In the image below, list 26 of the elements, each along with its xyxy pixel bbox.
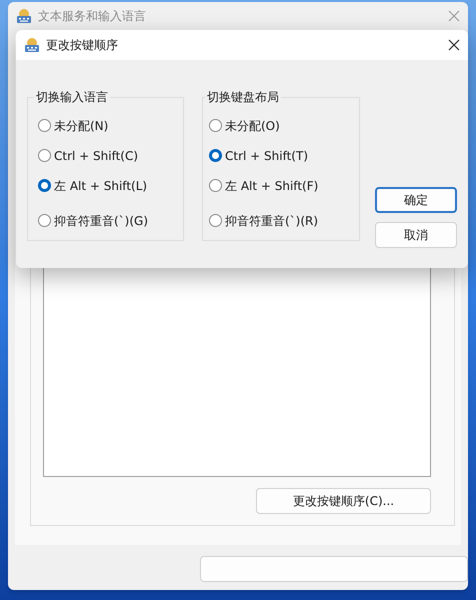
keyboard-globe-icon [16, 8, 32, 24]
radio-button[interactable] [38, 149, 51, 162]
radio-button[interactable] [38, 179, 51, 192]
keyboard-globe-icon [24, 37, 40, 53]
group-title: 切换键盘布局 [206, 89, 280, 106]
radio-button[interactable] [209, 119, 222, 132]
option-label: Ctrl + Shift(C) [54, 148, 138, 164]
option-label: 未分配(N) [54, 118, 108, 134]
dialog-button[interactable]: 取消 [375, 222, 457, 248]
option-label: Ctrl + Shift(T) [225, 148, 308, 164]
window-title: 文本服务和输入语言 [38, 8, 146, 25]
radio-button[interactable] [209, 149, 222, 162]
option-label: 抑音符重音(`)(G) [54, 212, 148, 230]
dialog-button[interactable]: 确定 [375, 187, 457, 213]
option-label: 左 Alt + Shift(L) [54, 178, 148, 194]
change-key-sequence-button[interactable]: 更改按键顺序(C)... [256, 488, 431, 514]
option-label: 左 Alt + Shift(F) [225, 178, 318, 194]
radio-button[interactable] [209, 179, 222, 192]
radio-button[interactable] [209, 214, 222, 227]
dialog-title: 更改按键顺序 [46, 37, 118, 54]
option-label: 未分配(O) [225, 118, 280, 134]
close-icon[interactable] [448, 39, 460, 51]
option-label: 抑音符重音(`)(R) [225, 212, 318, 230]
group-title: 切换输入语言 [35, 89, 109, 106]
radio-button[interactable] [38, 214, 51, 227]
radio-button[interactable] [38, 119, 51, 132]
